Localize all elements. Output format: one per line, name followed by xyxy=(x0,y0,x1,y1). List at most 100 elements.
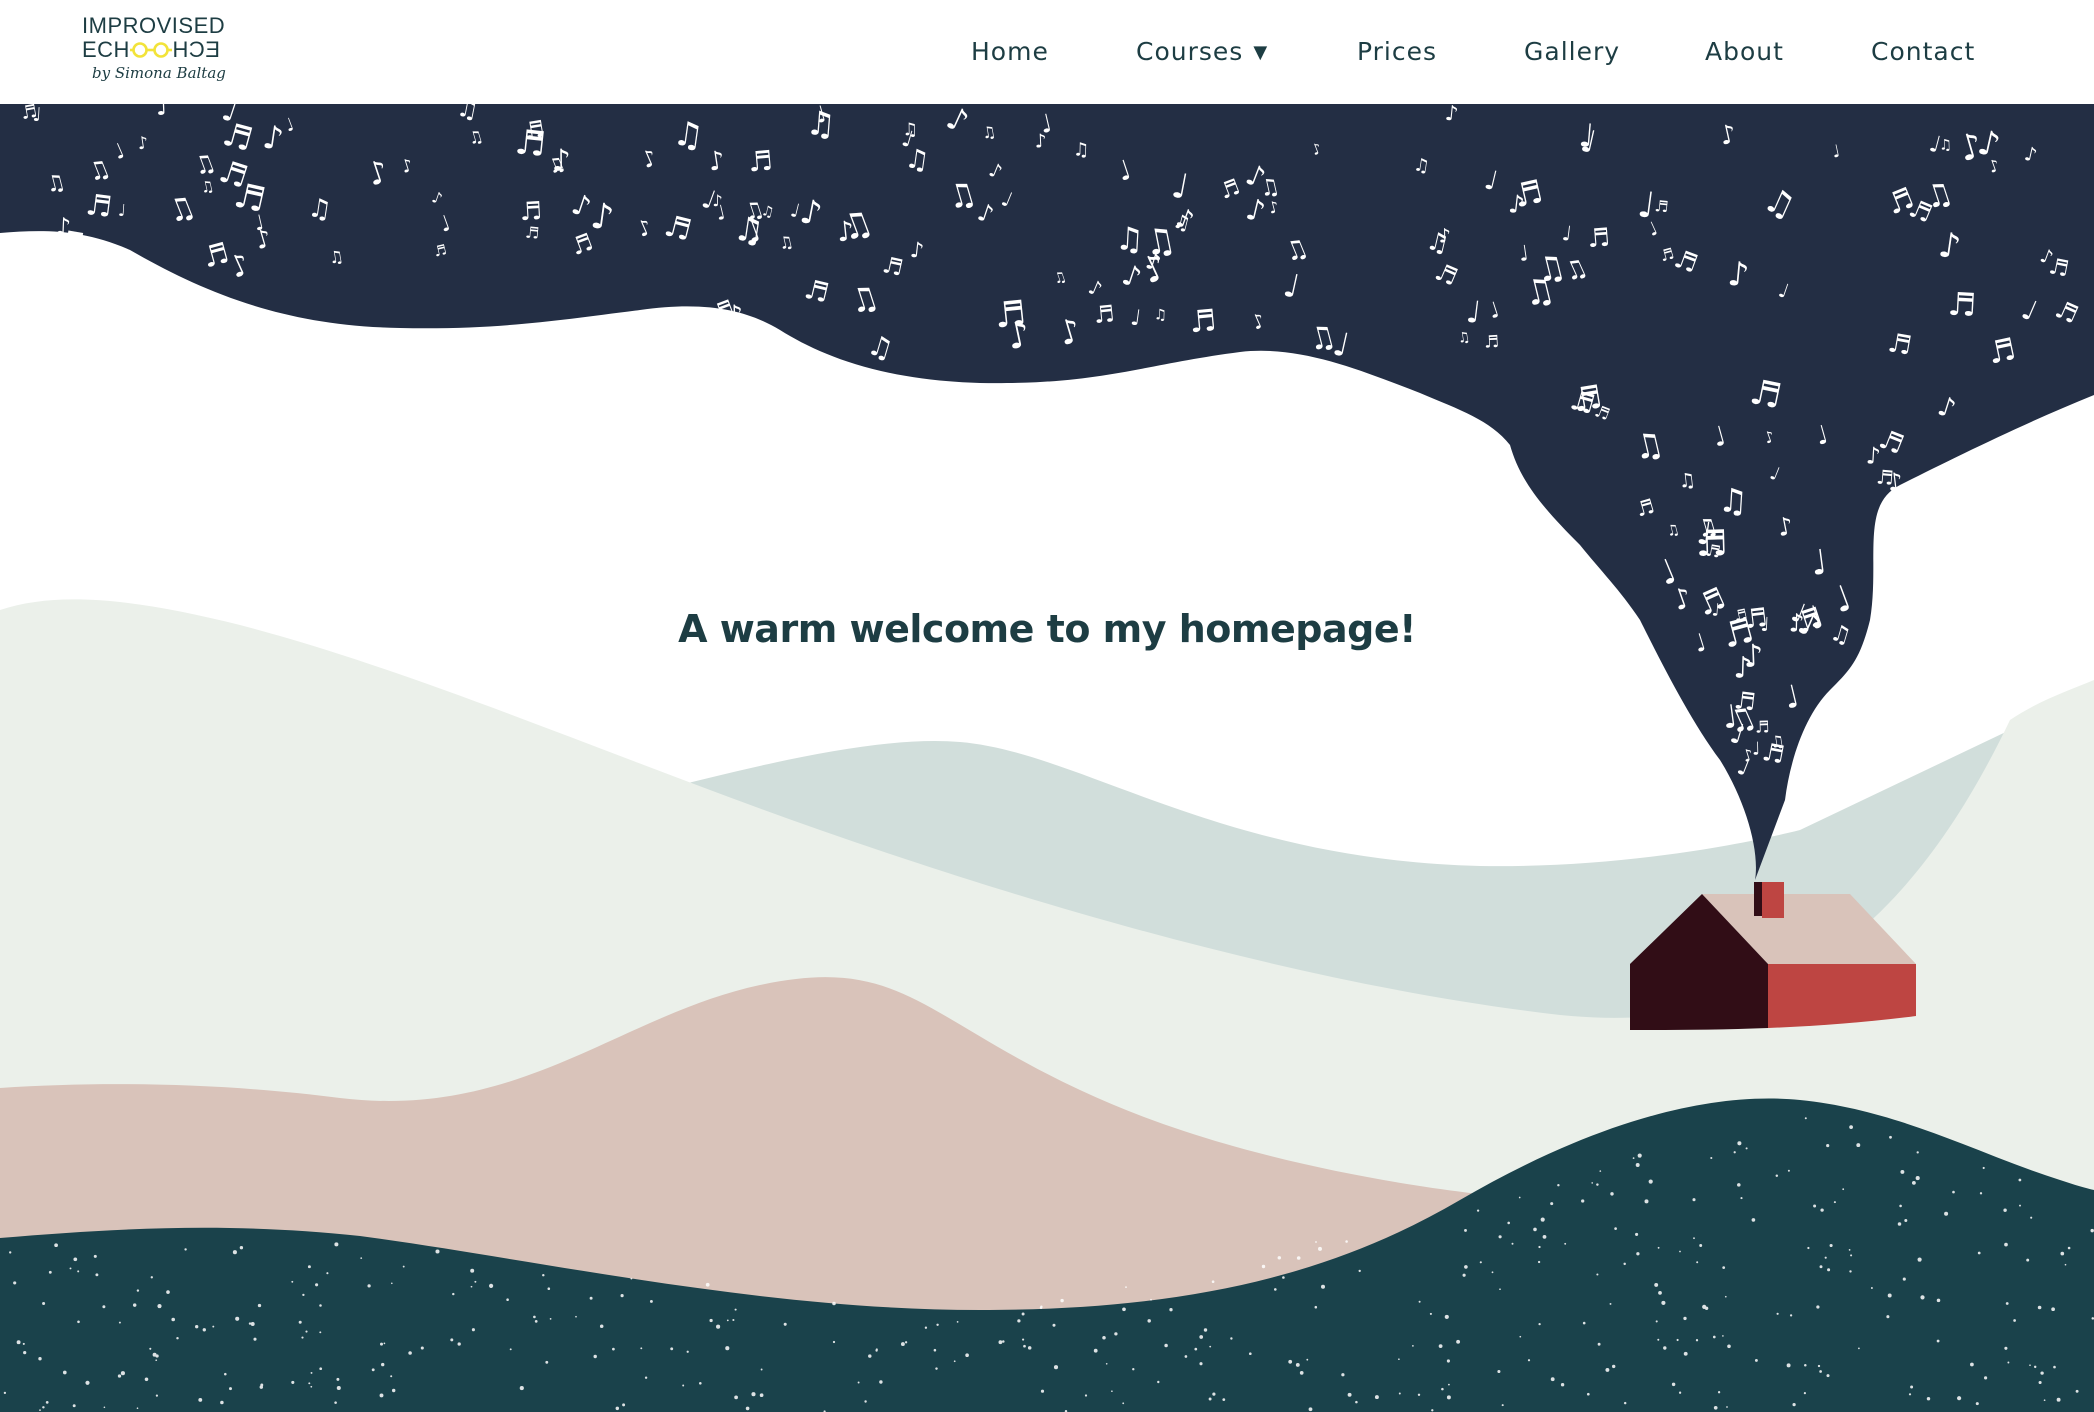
snow-dot xyxy=(367,1284,371,1288)
snow-dot xyxy=(1282,1276,1285,1279)
snow-dot xyxy=(868,1354,872,1358)
music-note-icon: ♩ xyxy=(32,104,42,126)
snow-dot xyxy=(936,1323,939,1327)
snow-dot xyxy=(1022,1338,1025,1341)
snow-dot xyxy=(1902,1277,1906,1281)
snow-dot xyxy=(1944,1211,1949,1216)
snow-dot xyxy=(307,1265,311,1269)
snow-dot xyxy=(2043,1399,2046,1402)
snow-dot xyxy=(1464,1265,1468,1269)
snow-dot xyxy=(1817,1364,1821,1368)
snow-dot xyxy=(1717,1391,1721,1394)
snow-dot xyxy=(235,1316,240,1321)
snow-dot xyxy=(1093,1348,1098,1353)
snow-dot xyxy=(1829,1243,1833,1248)
snow-dot xyxy=(1597,1342,1601,1346)
snow-dot xyxy=(1507,1221,1510,1225)
snow-dot xyxy=(1527,1359,1531,1362)
snow-dot xyxy=(1599,1170,1602,1172)
snow-dot xyxy=(1692,1198,1696,1202)
snow-dot xyxy=(1979,1192,1983,1195)
snow-dot xyxy=(1355,1400,1358,1404)
snow-dot xyxy=(1591,1182,1594,1184)
snow-dot xyxy=(612,1347,615,1351)
music-note-icon: ♩ xyxy=(117,201,126,220)
snow-dot xyxy=(319,1331,322,1334)
hero-heading: A warm welcome to my homepage! xyxy=(678,607,1416,651)
snow-dot xyxy=(1737,1141,1742,1146)
nav-contact[interactable]: Contact xyxy=(1871,32,1975,72)
snow-dot xyxy=(1308,1407,1313,1412)
nav-courses[interactable]: Courses ▼ xyxy=(1136,32,1268,73)
music-note-icon: ♪ xyxy=(1444,104,1460,126)
snow-dot xyxy=(900,1342,905,1347)
snow-dot xyxy=(1683,1316,1687,1321)
snow-dot xyxy=(1491,1271,1494,1274)
snow-dot xyxy=(13,1281,17,1285)
snow-dot xyxy=(620,1294,624,1298)
snow-dot xyxy=(2004,1346,2008,1350)
snow-dot xyxy=(542,1273,545,1277)
snow-dot xyxy=(534,1320,538,1323)
snow-dot xyxy=(291,1380,295,1384)
snow-dot xyxy=(23,1350,27,1355)
snow-dot xyxy=(2040,1371,2044,1375)
snow-dot xyxy=(1277,1256,1282,1260)
snow-dot xyxy=(751,1392,756,1397)
snow-dot xyxy=(42,1406,45,1409)
snow-dot xyxy=(1462,1273,1466,1277)
snow-dot xyxy=(1850,1254,1853,1257)
snow-dot xyxy=(1586,1392,1590,1396)
snow-dot xyxy=(857,1381,860,1384)
snow-dot xyxy=(924,1326,928,1329)
snow-dot xyxy=(1858,1347,1860,1350)
snow-dot xyxy=(1889,1135,1892,1139)
snow-dot xyxy=(519,1386,524,1391)
snow-dot xyxy=(239,1246,244,1250)
snow-dot xyxy=(732,1318,735,1322)
music-note-icon: ♩ xyxy=(1577,116,1595,155)
snow-dot xyxy=(117,1374,122,1378)
snow-dot xyxy=(319,1367,323,1371)
snow-dot xyxy=(716,1324,721,1329)
nav-about[interactable]: About xyxy=(1705,32,1784,72)
snow-dot xyxy=(1710,1156,1713,1160)
snow-dot xyxy=(1886,1315,1890,1319)
snow-dot xyxy=(1557,1183,1560,1187)
snow-dot xyxy=(1740,1197,1743,1200)
snow-dot xyxy=(1657,1338,1660,1341)
snow-dot xyxy=(1982,1166,1985,1170)
music-note-icon: ♬ xyxy=(524,223,540,243)
snow-dot xyxy=(1501,1404,1504,1407)
snow-dot xyxy=(1446,1359,1450,1363)
snow-dot xyxy=(1017,1319,1021,1323)
snow-dot xyxy=(336,1377,340,1381)
snow-dot xyxy=(253,1337,257,1341)
snow-dot xyxy=(1792,1402,1796,1407)
snow-dot xyxy=(1299,1371,1304,1375)
snow-dot xyxy=(457,1342,461,1346)
snow-dot xyxy=(1479,1261,1482,1264)
snow-dot xyxy=(998,1340,1003,1345)
music-note-icon: ♪ xyxy=(155,104,172,121)
snow-dot xyxy=(171,1317,175,1322)
snow-dot xyxy=(682,1384,685,1387)
snow-dot xyxy=(1582,1321,1586,1325)
snow-dot xyxy=(315,1283,319,1287)
snow-dot xyxy=(1849,1125,1853,1129)
nav-gallery[interactable]: Gallery xyxy=(1524,32,1620,72)
snow-dot xyxy=(120,1371,125,1376)
snow-dot xyxy=(1318,1246,1322,1251)
snow-dot xyxy=(1887,1293,1892,1298)
nav-home[interactable]: Home xyxy=(971,32,1049,72)
snow-dot xyxy=(1910,1385,1914,1389)
snow-dot xyxy=(1444,1314,1449,1319)
snow-dot xyxy=(1605,1367,1610,1372)
snow-dot xyxy=(1637,1153,1642,1158)
snow-dot xyxy=(879,1380,883,1384)
nav-prices[interactable]: Prices xyxy=(1357,32,1437,72)
music-note-icon: ♫ xyxy=(903,143,931,177)
snow-dot xyxy=(1105,1362,1108,1365)
snow-dot xyxy=(2018,1178,2022,1182)
snow-dot xyxy=(2013,1319,2016,1322)
